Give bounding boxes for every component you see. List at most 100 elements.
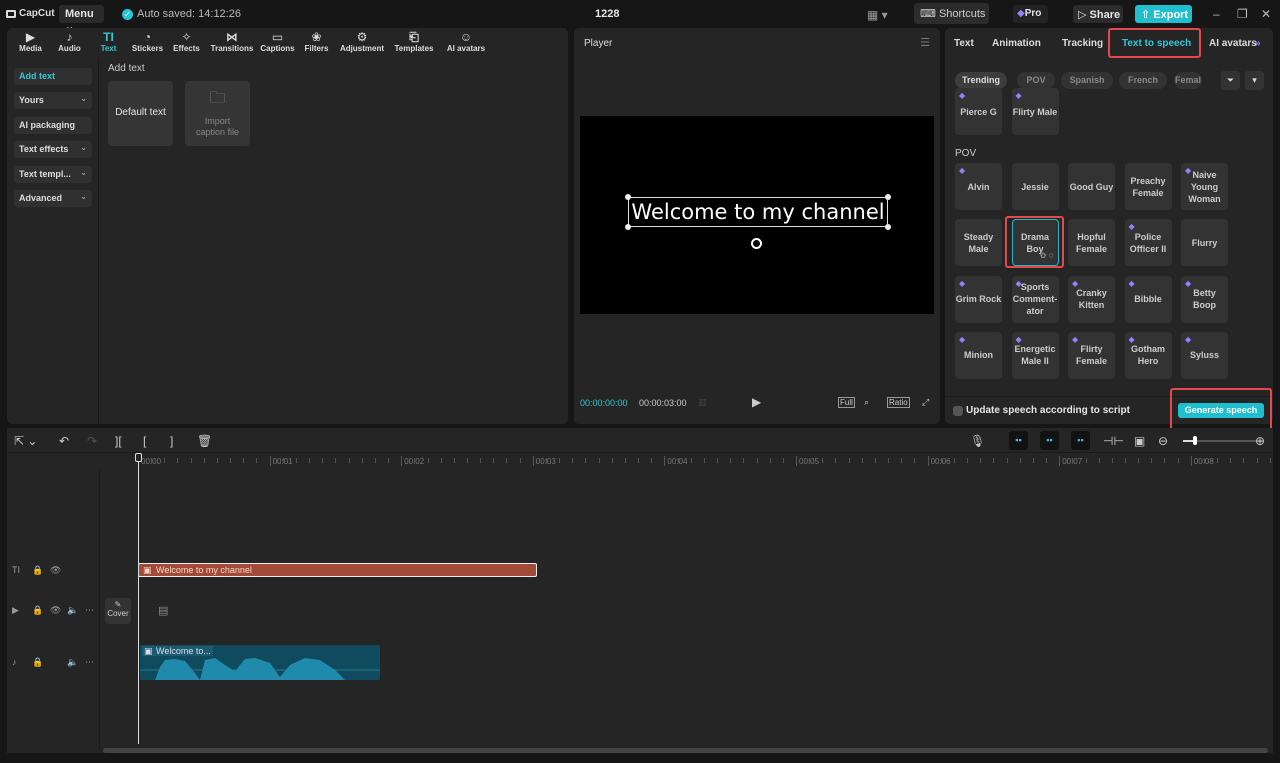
- speaker-icon[interactable]: 🔈: [67, 605, 78, 616]
- share-button[interactable]: ▷ Share: [1073, 5, 1123, 23]
- voice-flirty-female[interactable]: ◆ Flirty Female: [1068, 331, 1115, 379]
- voice-sports-comment-ator[interactable]: ◆ Sports Comment-ator: [1011, 275, 1059, 323]
- zoom-fit-icon[interactable]: ⌕: [864, 397, 869, 408]
- tab-stickers[interactable]: ◔ Stickers: [128, 28, 167, 58]
- more-icon[interactable]: ⋯: [85, 657, 94, 668]
- tab-tracking[interactable]: Tracking: [1062, 38, 1103, 49]
- video-preview[interactable]: Welcome to my channel: [580, 116, 934, 314]
- playhead[interactable]: [138, 454, 139, 744]
- tab-audio[interactable]: ♪ Audio: [50, 28, 89, 58]
- text-overlay[interactable]: Welcome to my channel: [628, 197, 888, 227]
- import-caption-card[interactable]: 🗀 Import caption file: [185, 81, 250, 146]
- timeline-grid-icon[interactable]: ▥: [698, 397, 707, 408]
- microphone-icon[interactable]: 🎙: [970, 434, 985, 448]
- default-text-card[interactable]: Default text: [108, 81, 173, 146]
- voice-jessie[interactable]: Jessie: [1011, 163, 1059, 210]
- lock-icon[interactable]: 🔒: [32, 605, 43, 616]
- tab-ai-avatars[interactable]: AI avatars: [1209, 38, 1257, 49]
- sidebar-item-add-text[interactable]: Add text: [14, 68, 92, 85]
- chip-spanish[interactable]: Spanish: [1061, 72, 1113, 89]
- chip-femal[interactable]: Femal: [1174, 72, 1202, 89]
- split-icon[interactable]: ][: [115, 434, 122, 448]
- ratio-button[interactable]: Ratio: [887, 397, 910, 408]
- fullscreen-icon[interactable]: ⤢: [922, 397, 929, 408]
- sidebar-item-ai-packaging[interactable]: AI packaging: [14, 116, 92, 134]
- chip-french[interactable]: French: [1119, 72, 1167, 89]
- sidebar-item-text-effects[interactable]: Text effects ⌄: [14, 141, 92, 159]
- double-chevron-icon[interactable]: »: [1255, 38, 1261, 49]
- tab-effects[interactable]: ✧ Effects: [167, 28, 206, 58]
- tab-filters[interactable]: ❀ Filters: [297, 28, 336, 58]
- layout-icon[interactable]: ▦ ▾: [867, 8, 888, 22]
- tab-templates[interactable]: ⎗ Templates: [388, 28, 440, 58]
- menu-button[interactable]: Menu ⌄: [59, 5, 104, 33]
- voice-bibble[interactable]: ◆ Bibble: [1124, 275, 1172, 323]
- hamburger-icon[interactable]: ☰: [920, 36, 930, 49]
- audio-clip[interactable]: ▣ Welcome to...: [140, 645, 380, 680]
- horizontal-scrollbar[interactable]: [103, 748, 1268, 753]
- voice-naive-young-woman[interactable]: ◆ Naive Young Woman: [1181, 163, 1228, 210]
- select-tool-icon[interactable]: ⇱ ⌄: [14, 434, 37, 448]
- more-icon[interactable]: ⋯: [85, 605, 94, 616]
- voice-betty-boop[interactable]: ◆ Betty Boop: [1181, 275, 1228, 323]
- sidebar-item-advanced[interactable]: Advanced ⌄: [14, 190, 92, 207]
- voice-cranky-kitten[interactable]: ◆ Cranky Kitten: [1068, 275, 1115, 323]
- main-track-magnet-icon[interactable]: ▪▪: [1009, 431, 1028, 450]
- voice-steady-male[interactable]: Steady Male: [955, 219, 1002, 267]
- play-button[interactable]: ▶: [752, 395, 761, 409]
- export-button[interactable]: ⇧ Export: [1135, 5, 1192, 23]
- sidebar-item-yours[interactable]: Yours ⌄: [14, 92, 92, 110]
- voice-grim-rock[interactable]: ◆ Grim Rock: [955, 275, 1002, 323]
- close-icon[interactable]: ✕: [1261, 7, 1271, 21]
- thumbnail-icon[interactable]: ▣: [1134, 434, 1145, 448]
- shortcuts-button[interactable]: ⌨ Shortcuts: [914, 3, 989, 24]
- lock-icon[interactable]: 🔒: [32, 657, 43, 668]
- voice-good-guy[interactable]: Good Guy: [1068, 163, 1115, 210]
- preview-axis-icon[interactable]: ⊣⊢: [1103, 434, 1124, 448]
- tab-text[interactable]: Text: [954, 38, 974, 49]
- update-speech-checkbox[interactable]: [953, 406, 963, 416]
- zoom-in-icon[interactable]: ⊕: [1255, 434, 1265, 448]
- text-clip[interactable]: ▣ Welcome to my channel: [138, 563, 537, 577]
- voice-preachy-female[interactable]: Preachy Female: [1124, 163, 1172, 210]
- voice-energetic-male-ii[interactable]: ◆ Energetic Male II: [1011, 331, 1059, 379]
- split-right-icon[interactable]: ]: [170, 434, 173, 448]
- resize-handle[interactable]: [625, 194, 631, 200]
- redo-icon[interactable]: ↷: [87, 434, 97, 448]
- tab-ai-avatars[interactable]: ☺ AI avatars: [440, 28, 492, 58]
- tab-animation[interactable]: Animation: [992, 38, 1041, 49]
- eye-icon[interactable]: 👁: [50, 565, 61, 576]
- filter-icon[interactable]: ⏷: [1221, 71, 1240, 90]
- eye-icon[interactable]: 👁: [50, 605, 61, 616]
- voice-hopful-female[interactable]: Hopful Female: [1068, 219, 1115, 267]
- linkage-icon[interactable]: ▪▪: [1071, 431, 1090, 450]
- voice-police-officer-ii[interactable]: ◆ Police Officer II: [1124, 219, 1172, 267]
- undo-icon[interactable]: ↶: [59, 434, 69, 448]
- tab-captions[interactable]: ▭ Captions: [258, 28, 297, 58]
- resize-handle[interactable]: [885, 224, 891, 230]
- zoom-out-icon[interactable]: ⊖: [1158, 434, 1168, 448]
- voice-pierce-g[interactable]: ◆ Pierce G: [955, 88, 1002, 135]
- voice-syluss[interactable]: ◆ Syluss: [1181, 331, 1228, 379]
- voice-gotham-hero[interactable]: ◆ Gotham Hero: [1124, 331, 1172, 379]
- dropdown-icon[interactable]: ▾: [1245, 71, 1264, 90]
- tab-transitions[interactable]: ⋈ Transitions: [206, 28, 258, 58]
- resize-handle[interactable]: [625, 224, 631, 230]
- restore-icon[interactable]: ❐: [1237, 7, 1248, 21]
- voice-flurry[interactable]: Flurry: [1181, 219, 1228, 267]
- time-ruler[interactable]: 00:0000:0100:0200:0300:0400:0500:0600:07…: [7, 452, 1273, 470]
- tab-media[interactable]: ▶ Media: [11, 28, 50, 58]
- chip-trending[interactable]: Trending: [955, 72, 1007, 89]
- voice-minion[interactable]: ◆ Minion: [955, 331, 1002, 379]
- lock-icon[interactable]: 🔒: [32, 565, 43, 576]
- auto-snap-icon[interactable]: ▪▪: [1040, 431, 1059, 450]
- zoom-slider-handle[interactable]: [1193, 436, 1197, 445]
- resize-handle[interactable]: [885, 194, 891, 200]
- voice-alvin[interactable]: ◆ Alvin: [955, 163, 1002, 210]
- sidebar-item-text-templ-[interactable]: Text templ... ⌄: [14, 165, 92, 183]
- chip-pov[interactable]: POV: [1017, 72, 1055, 89]
- speaker-icon[interactable]: 🔈: [67, 657, 78, 668]
- cover-button[interactable]: ✎ Cover: [105, 598, 131, 624]
- playhead-handle[interactable]: [135, 453, 142, 462]
- tab-text[interactable]: TI Text: [89, 28, 128, 58]
